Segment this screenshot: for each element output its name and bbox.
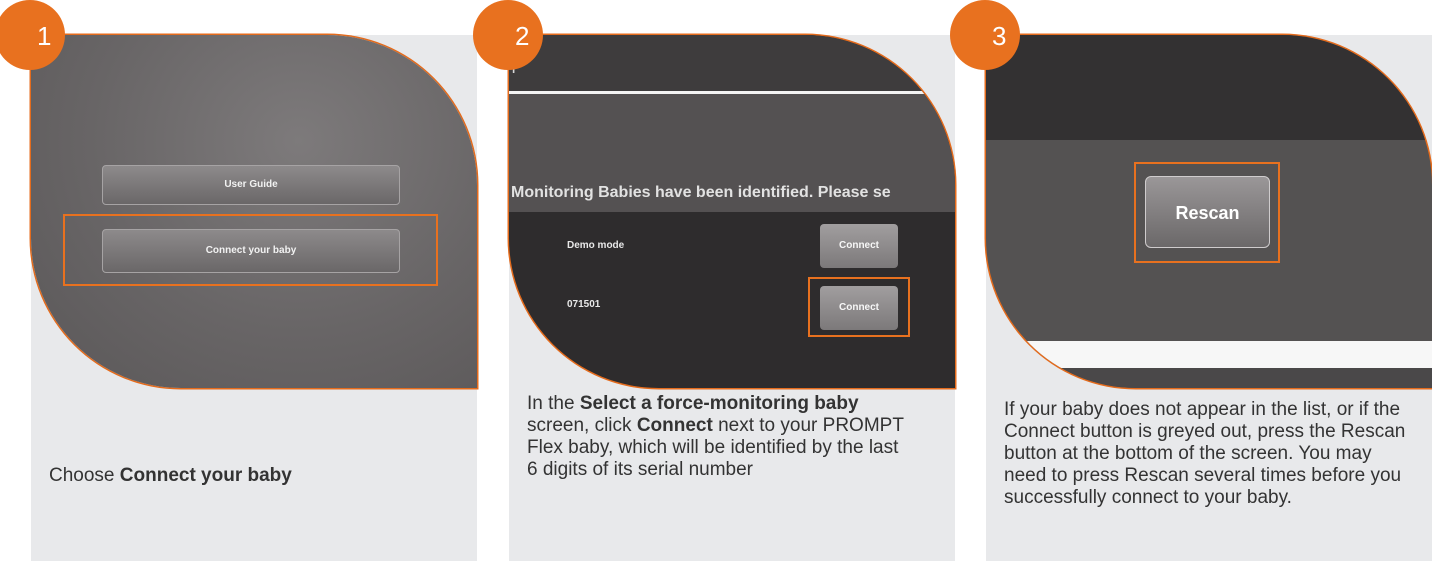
- device-row-label: 071501: [567, 299, 601, 310]
- step-2-card: 2 ʏ Monitoring Babies have been identifi…: [473, 0, 955, 561]
- caption-text: screen, click: [527, 415, 637, 436]
- caption-bold-text: Select a force-monitoring baby: [579, 393, 859, 414]
- user-guide-button[interactable]: User Guide: [102, 165, 400, 205]
- caption-text: In the: [527, 393, 580, 414]
- highlight-box: [1134, 162, 1280, 263]
- caption-text: Choose: [49, 465, 120, 486]
- step-2-screenshot: ʏ Monitoring Babies have been identified…: [509, 35, 955, 388]
- caption-bold-text: Connect your baby: [119, 465, 292, 486]
- step-1-screenshot: User Guide Connect your baby: [31, 35, 477, 388]
- highlight-box: [808, 277, 910, 337]
- step-number-badge: 1: [0, 0, 65, 70]
- step-2-caption: In the Select a force-monitoring baby sc…: [527, 393, 907, 481]
- step-number-badge: 3: [950, 0, 1020, 70]
- identified-message: Monitoring Babies have been identified. …: [511, 184, 891, 201]
- step-1-caption: Choose Connect your baby: [49, 465, 449, 487]
- device-row-label: Demo mode: [567, 240, 625, 251]
- step-3-card: 3 Rescan If your baby does not appear in…: [950, 0, 1432, 561]
- step-3-caption: If your baby does not appear in the list…: [1004, 399, 1406, 508]
- header-area: [986, 35, 1432, 140]
- highlight-box: [63, 214, 438, 286]
- connect-button[interactable]: Connect: [820, 224, 898, 268]
- bottom-bar: [986, 341, 1432, 368]
- step-3-screenshot: Rescan: [986, 35, 1432, 388]
- step-number-badge: 2: [473, 0, 543, 70]
- caption-bold-text: Connect: [636, 415, 713, 436]
- bottom-edge: [986, 368, 1432, 388]
- step-1-card: 1 User Guide Connect your baby Choose Co…: [0, 0, 477, 561]
- title-bar: [509, 35, 955, 91]
